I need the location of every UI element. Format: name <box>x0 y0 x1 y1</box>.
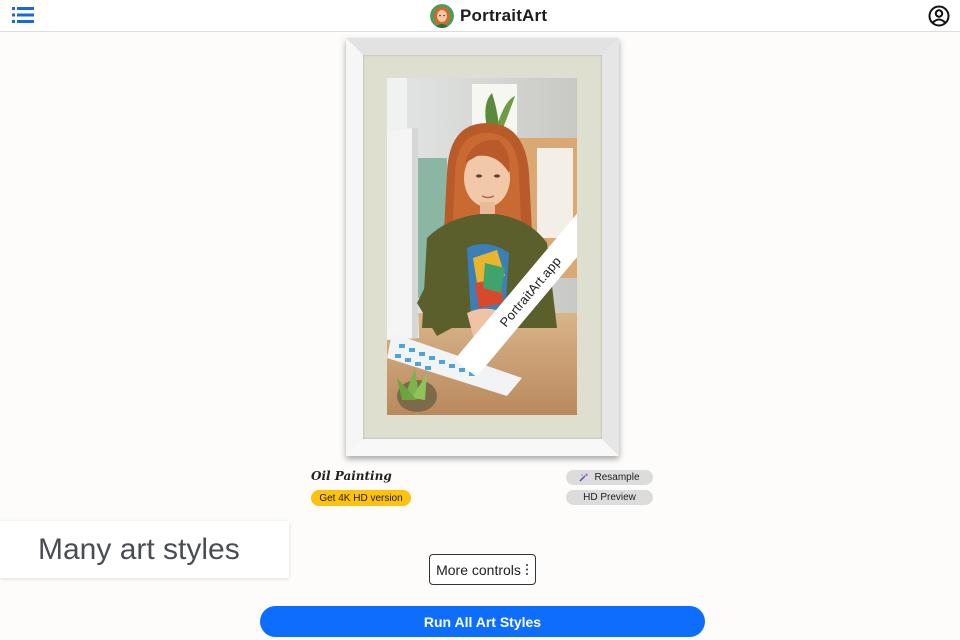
more-controls-label: More controls <box>436 561 521 578</box>
brand-name: PortraitArt <box>460 6 548 25</box>
wand-icon <box>579 473 589 482</box>
top-bar: PortraitArt <box>0 0 960 32</box>
portrait-image[interactable]: PortraitArt.app <box>387 78 577 415</box>
hd-preview-button[interactable]: HD Preview <box>566 490 653 505</box>
get-4k-hd-button[interactable]: Get 4K HD version <box>311 490 411 506</box>
style-name: Oil Painting <box>311 469 392 483</box>
resample-button[interactable]: Resample <box>566 470 653 485</box>
more-controls-button[interactable]: More controls <box>429 554 536 585</box>
run-all-art-styles-button[interactable]: Run All Art Styles <box>260 606 705 637</box>
user-circle-icon[interactable] <box>928 5 950 27</box>
promo-text: Many art styles <box>38 532 240 566</box>
resample-label: Resample <box>594 472 640 483</box>
promo-banner: Many art styles <box>0 521 289 578</box>
portrait-illustration <box>387 78 577 415</box>
brand[interactable]: PortraitArt <box>430 3 547 29</box>
portrait-avatar-logo <box>430 4 454 28</box>
list-icon[interactable] <box>12 6 34 24</box>
frame-mat: PortraitArt.app <box>363 55 602 439</box>
kebab-vertical-icon <box>525 564 528 575</box>
picture-frame: PortraitArt.app <box>346 38 619 456</box>
